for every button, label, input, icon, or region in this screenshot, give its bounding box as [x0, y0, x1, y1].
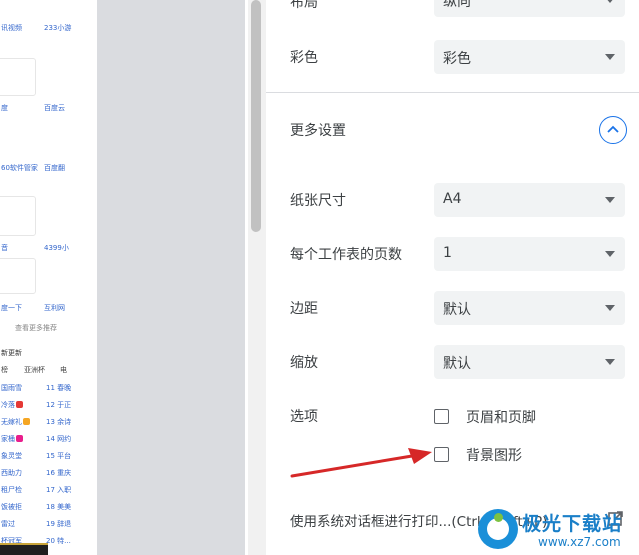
updates-heading: 新更新	[1, 349, 22, 357]
list-item: 无嫁礼	[1, 418, 30, 427]
hot-badge-icon	[16, 435, 23, 442]
preview-item: 讯视频	[1, 24, 22, 32]
list-item: 西助力	[1, 469, 22, 477]
preview-tab: 亚洲杯	[24, 366, 45, 374]
list-item: 冷落	[1, 401, 23, 410]
preview-tab: 榜	[1, 366, 8, 374]
scrollbar-thumb[interactable]	[251, 0, 261, 232]
preview-item: 互利网	[44, 304, 65, 312]
margins-select[interactable]: 默认	[434, 291, 625, 325]
list-item: 饭被拒	[1, 503, 22, 511]
layout-label: 布局	[290, 0, 318, 11]
preview-page: 讯视频 233小游 度 百度云 60软件管家 百度翻 音 4399小 度一下 互…	[0, 0, 97, 555]
list-item: 租尸检	[1, 486, 22, 494]
headers-footers-label[interactable]: 页眉和页脚	[466, 407, 536, 427]
chevron-down-icon	[605, 197, 615, 203]
chevron-down-icon	[605, 359, 615, 365]
paper-size-select[interactable]: A4	[434, 183, 625, 217]
preview-item: 百度翻	[44, 164, 65, 172]
list-item: 雷过	[1, 520, 15, 528]
margins-value: 默认	[443, 302, 471, 318]
watermark-url: www.xz7.com	[538, 535, 621, 549]
new-badge-icon	[23, 418, 30, 425]
list-item: 16 重庆	[46, 469, 72, 477]
list-item: 17 入职	[46, 486, 72, 494]
list-item: 20 特...	[46, 537, 71, 545]
heart-badge-icon	[16, 401, 23, 408]
paper-size-label: 纸张尺寸	[290, 193, 346, 209]
watermark: 极光下载站 www.xz7.com	[478, 503, 639, 555]
options-label: 选项	[290, 409, 318, 425]
preview-item: 度	[1, 104, 8, 112]
list-item: 19 辞退	[46, 520, 72, 528]
list-item: 12 于正	[46, 401, 72, 409]
watermark-title: 极光下载站	[522, 513, 623, 535]
background-graphics-label[interactable]: 背景图形	[466, 445, 522, 465]
preview-scrollbar[interactable]	[248, 0, 266, 555]
list-item: 15 平台	[46, 452, 72, 460]
pages-per-sheet-value: 1	[443, 245, 452, 261]
list-item: 国雨雪	[1, 384, 22, 392]
chevron-down-icon	[605, 305, 615, 311]
preview-item: 音	[1, 244, 8, 252]
margins-label: 边距	[290, 301, 318, 317]
list-item: 14 网约	[46, 435, 72, 443]
scale-value: 默认	[443, 356, 471, 372]
list-item: 18 美美	[46, 503, 72, 511]
headers-footers-checkbox[interactable]	[434, 409, 449, 424]
preview-item: 度一下	[1, 304, 22, 312]
chevron-down-icon	[605, 54, 615, 60]
see-more-link: 查看更多推荐	[15, 324, 57, 332]
chevron-down-icon	[605, 251, 615, 257]
chevron-down-icon	[605, 0, 615, 3]
more-settings-label: 更多设置	[290, 123, 346, 139]
preview-card	[0, 258, 36, 294]
list-item: 13 余诗	[46, 418, 72, 426]
preview-card	[0, 58, 36, 96]
layout-value: 纵向	[443, 0, 471, 10]
annotation-arrow-icon	[290, 448, 432, 478]
layout-select[interactable]: 纵向	[434, 0, 625, 17]
collapse-more-settings-button[interactable]	[599, 116, 627, 144]
list-item: 象灵堂	[1, 452, 22, 460]
color-label: 彩色	[290, 50, 318, 66]
watermark-logo-icon	[478, 509, 518, 549]
color-value: 彩色	[443, 51, 471, 67]
scale-label: 缩放	[290, 355, 318, 371]
preview-image	[0, 543, 48, 555]
divider	[266, 92, 639, 93]
list-item: 11 春晚	[46, 384, 72, 392]
preview-tab: 电	[60, 366, 67, 374]
preview-item: 百度云	[44, 104, 65, 112]
scale-select[interactable]: 默认	[434, 345, 625, 379]
paper-size-value: A4	[443, 191, 462, 207]
pages-per-sheet-select[interactable]: 1	[434, 237, 625, 271]
pages-per-sheet-label: 每个工作表的页数	[290, 247, 402, 263]
list-item: 家桶	[1, 435, 23, 444]
color-select[interactable]: 彩色	[434, 40, 625, 74]
preview-card	[0, 196, 36, 236]
preview-item: 4399小	[44, 244, 69, 252]
preview-item: 60软件管家	[1, 164, 38, 172]
print-preview-area: 讯视频 233小游 度 百度云 60软件管家 百度翻 音 4399小 度一下 互…	[0, 0, 245, 555]
chevron-up-icon	[607, 125, 619, 133]
preview-item: 233小游	[44, 24, 72, 32]
